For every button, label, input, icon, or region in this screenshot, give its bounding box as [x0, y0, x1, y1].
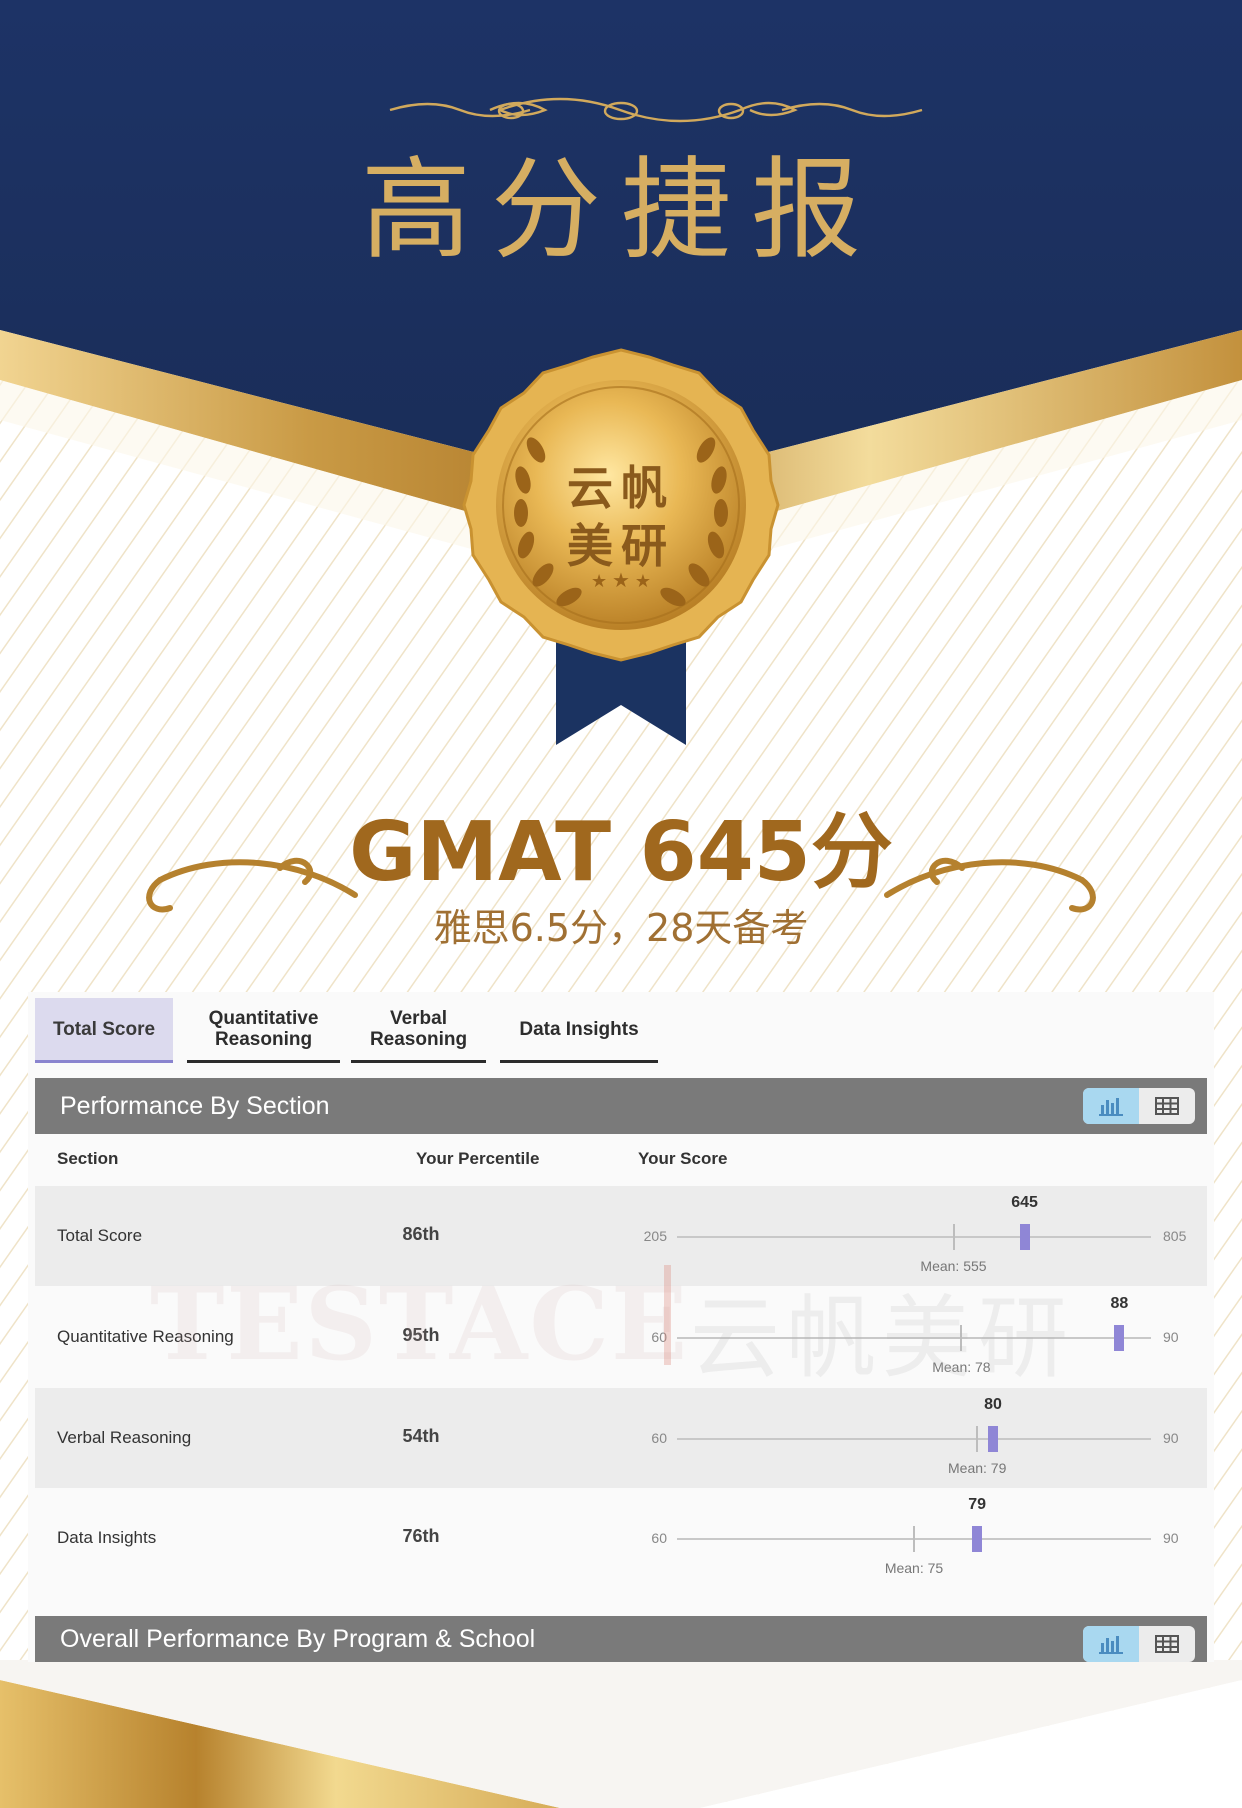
view-toggle [1083, 1626, 1195, 1662]
range-min: 60 [651, 1530, 667, 1546]
score-marker [972, 1526, 983, 1552]
performance-by-section-header: Performance By Section [35, 1078, 1207, 1134]
overall-performance-header: Overall Performance By Program & School [35, 1616, 1207, 1662]
percentile-value: 54th [402, 1426, 440, 1446]
section-title: Overall Performance By Program & School [60, 1624, 536, 1653]
mean-marker [952, 1224, 955, 1250]
tab-label: Verbal [389, 1008, 448, 1029]
score-value: 645 [1011, 1194, 1038, 1211]
percentile-value: 76th [402, 1526, 440, 1546]
seal-text-line-1: 云帆 [567, 461, 675, 515]
table-view-button[interactable] [1139, 1626, 1195, 1662]
mean-label: Mean: 79 [948, 1460, 1007, 1476]
view-toggle [1083, 1088, 1195, 1124]
range-max: 90 [1163, 1530, 1179, 1546]
tab-data-insights[interactable]: Data Insights [500, 998, 658, 1063]
score-value: 79 [968, 1496, 987, 1513]
mean-marker [913, 1526, 915, 1552]
seal-text-line-2: 美研 [567, 519, 675, 573]
score-track [677, 1438, 1151, 1440]
range-min: 60 [651, 1430, 667, 1446]
watermark-divider [664, 1265, 671, 1365]
mean-marker [976, 1426, 979, 1452]
bar-chart-icon [1099, 1636, 1123, 1654]
tab-label: Total Score [52, 1018, 156, 1040]
table-view-button[interactable] [1139, 1088, 1195, 1124]
column-header-percentile: Your Percentile [416, 1149, 540, 1168]
score-value: 80 [984, 1396, 1002, 1413]
tab-label: Data Insights [519, 1018, 639, 1040]
score-marker [1114, 1325, 1125, 1351]
score-marker [988, 1426, 998, 1452]
column-header-section: Section [57, 1149, 119, 1168]
range-max: 805 [1163, 1228, 1187, 1244]
score-value: 88 [1110, 1295, 1129, 1312]
watermark-logo-text-cn: 云帆美研 [690, 1286, 1074, 1391]
tab-label: Quantitative [208, 1008, 319, 1029]
table-row: Data Insights 76th 60 90 Mean: 75 79 [35, 1488, 1207, 1588]
tab-label: Reasoning [214, 1029, 313, 1050]
score-marker [1019, 1224, 1030, 1250]
score-subtitle: 雅思6.5分，28天备考 [433, 906, 809, 950]
chart-view-button[interactable] [1083, 1088, 1139, 1124]
tab-total-score[interactable]: Total Score [35, 998, 173, 1063]
score-title: GMAT 645分 [349, 805, 893, 900]
range-max: 90 [1163, 1430, 1179, 1446]
table-icon [1155, 1097, 1179, 1115]
chart-view-button[interactable] [1083, 1626, 1139, 1662]
tab-label: Reasoning [369, 1029, 468, 1050]
section-title: Performance By Section [60, 1091, 330, 1120]
score-track [677, 1236, 1151, 1238]
range-max: 90 [1163, 1329, 1179, 1345]
range-min: 205 [643, 1228, 667, 1244]
table-icon [1155, 1635, 1179, 1653]
mean-label: Mean: 75 [884, 1560, 944, 1576]
tab-quantitative-reasoning[interactable]: Quantitative Reasoning [187, 998, 340, 1063]
watermark-logo-text: TESTACE [150, 1265, 690, 1383]
percentile-value: 86th [402, 1224, 440, 1244]
poster-headline: 高分捷报 [361, 146, 881, 274]
tab-verbal-reasoning[interactable]: Verbal Reasoning [351, 998, 486, 1063]
table-row: Verbal Reasoning 54th 60 90 Mean: 79 80 [35, 1388, 1207, 1488]
column-header-score: Your Score [638, 1149, 728, 1168]
bar-chart-icon [1099, 1098, 1123, 1116]
